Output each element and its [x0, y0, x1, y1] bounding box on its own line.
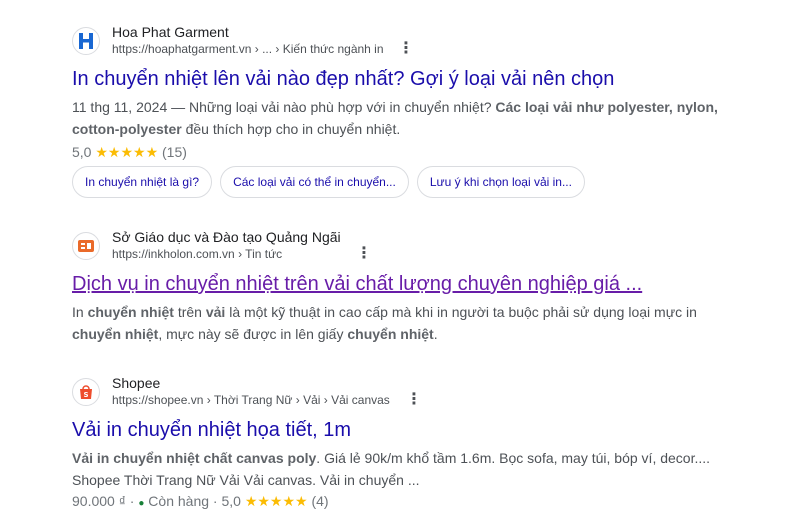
rating-value: 5,0	[72, 144, 92, 160]
site-url: https://shopee.vn › Thời Trang Nữ › Vải …	[112, 393, 390, 407]
chip-luu-y-khi-chon[interactable]: Lưu ý khi chọn loại vải in...	[416, 166, 585, 198]
result-source[interactable]: Hoa Phat Garment https://hoaphatgarment.…	[72, 24, 752, 60]
chip-cac-loai-vai[interactable]: Các loại vải có thể in chuyển...	[220, 166, 409, 198]
rating-count: (15)	[162, 144, 187, 160]
rating-stars-icon: ★★★★★	[95, 144, 159, 160]
rating-value: 5,0	[221, 493, 241, 509]
result-snippet: In chuyển nhiệt trên vải là một kỹ thuật…	[72, 304, 697, 342]
hoa-phat-logo-icon	[72, 27, 100, 55]
site-name: Sở Giáo dục và Đào tạo Quảng Ngãi	[112, 229, 341, 245]
rating-stars-icon: ★★★★★	[244, 493, 308, 509]
site-url: https://inkholon.com.vn › Tin tức	[112, 247, 283, 261]
result-date: 11 thg 11, 2024	[72, 99, 168, 115]
svg-text:S: S	[83, 391, 88, 399]
search-result-2: Sở Giáo dục và Đào tạo Quảng Ngãi https:…	[72, 229, 752, 342]
site-name: Hoa Phat Garment	[112, 24, 229, 40]
result-source[interactable]: Sở Giáo dục và Đào tạo Quảng Ngãi https:…	[72, 229, 752, 265]
site-name: Shopee	[112, 375, 161, 391]
related-chips: In chuyển nhiệt là gì? Các loại vải có t…	[72, 166, 585, 198]
result-title-link[interactable]: In chuyển nhiệt lên vải nào đẹp nhất? Gợ…	[72, 66, 614, 92]
result-snippet: 11 thg 11, 2024 — Những loại vải nào phù…	[72, 99, 718, 137]
inkholon-logo-icon	[72, 232, 100, 260]
rating-count: (4)	[311, 493, 329, 509]
result-title-link[interactable]: Vải in chuyển nhiệt họa tiết, 1m	[72, 417, 351, 443]
shopee-logo-icon: S	[72, 378, 100, 406]
in-stock-dot-icon: ●	[138, 498, 145, 509]
more-options-icon[interactable]: ⋮	[356, 246, 372, 262]
product-info: 90.000 ₫ · ● Còn hàng · 5,0 ★★★★★ (4)	[72, 493, 329, 509]
site-url: https://hoaphatgarment.vn › ... › Kiến t…	[112, 42, 384, 56]
result-snippet: Vải in chuyển nhiệt chất canvas poly. Gi…	[72, 450, 711, 488]
chip-in-chuyen-nhiet-la-gi[interactable]: In chuyển nhiệt là gì?	[72, 166, 213, 198]
result-source[interactable]: S Shopee https://shopee.vn › Thời Trang …	[72, 375, 752, 411]
stock-status: Còn hàng	[148, 493, 210, 509]
price: 90.000 ₫	[72, 493, 126, 509]
more-options-icon[interactable]: ⋮	[406, 392, 422, 408]
search-result-3: S Shopee https://shopee.vn › Thời Trang …	[72, 375, 752, 509]
result-rating: 5,0 ★★★★★ (15)	[72, 144, 187, 161]
result-title-link[interactable]: Dịch vụ in chuyển nhiệt trên vải chất lư…	[72, 271, 642, 297]
search-result-1: Hoa Phat Garment https://hoaphatgarment.…	[72, 24, 752, 198]
more-options-icon[interactable]: ⋮	[398, 41, 414, 57]
